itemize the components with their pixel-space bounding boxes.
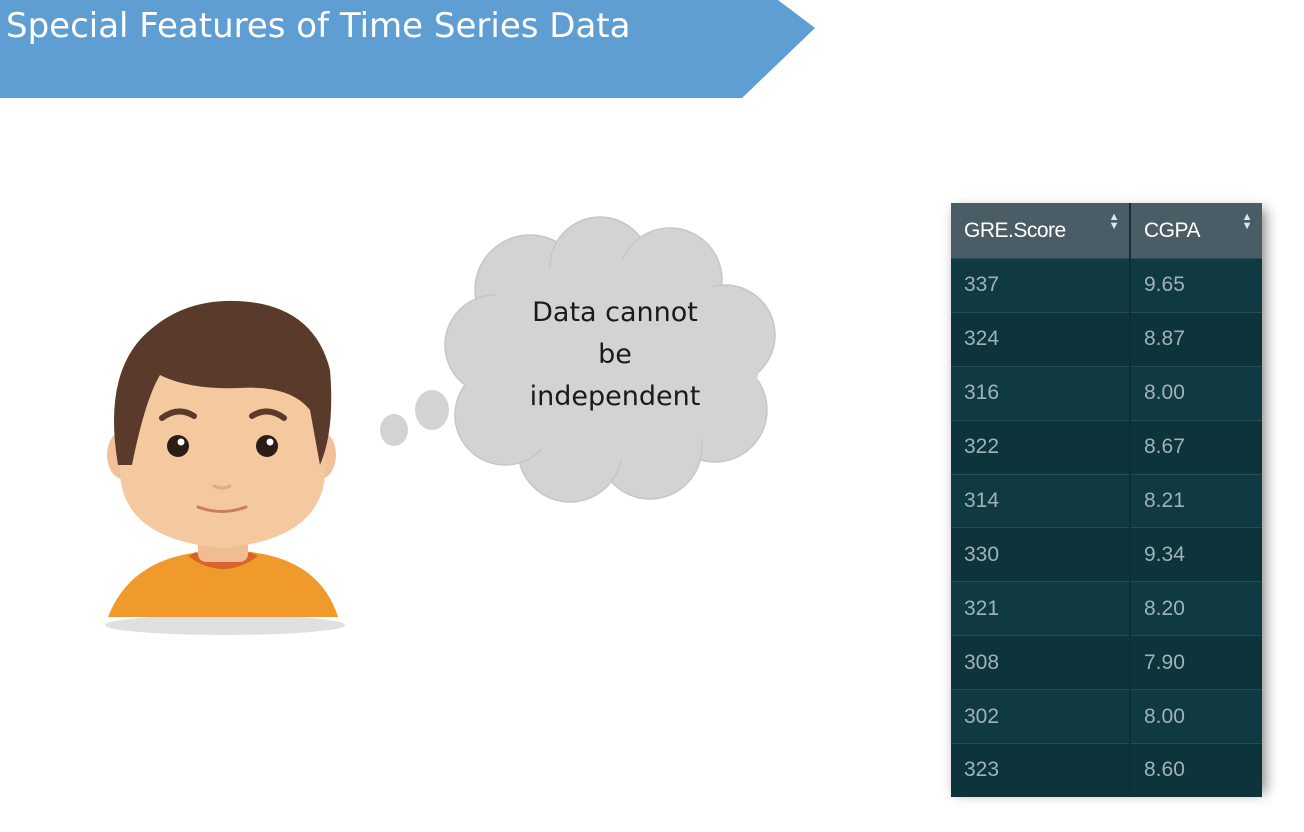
table-header-row: GRE.Score ▲ ▼ CGPA ▲ ▼ (951, 203, 1262, 259)
table-row: 302 8.00 (951, 689, 1262, 744)
slide-title: Special Features of Time Series Data (6, 6, 631, 46)
thought-dot-medium (415, 390, 449, 430)
cgpa-cell: 7.90 (1130, 635, 1262, 690)
cgpa-cell: 8.67 (1130, 419, 1262, 475)
table-row: 322 8.67 (951, 419, 1262, 475)
table-row: 308 7.90 (951, 635, 1262, 690)
cgpa-cell: 8.60 (1130, 743, 1262, 797)
table-row: 316 8.00 (951, 365, 1262, 421)
cgpa-cell: 8.20 (1130, 581, 1262, 636)
person-avatar (90, 290, 370, 650)
column-header-label: CGPA (1144, 218, 1200, 242)
gre-score-cell: 324 (951, 311, 1131, 367)
table-row: 324 8.87 (951, 311, 1262, 367)
sort-icon[interactable]: ▲ ▼ (1109, 212, 1120, 232)
thought-line-1: Data cannot (532, 297, 698, 328)
thought-line-3: independent (529, 381, 701, 412)
cgpa-cell: 9.34 (1130, 527, 1262, 582)
cgpa-cell: 8.00 (1130, 365, 1262, 421)
gre-score-cell: 321 (951, 581, 1131, 636)
gre-score-cell: 322 (951, 419, 1131, 475)
cgpa-cell: 9.65 (1130, 258, 1262, 313)
gre-score-cell: 330 (951, 527, 1131, 582)
gre-score-cell: 337 (951, 258, 1131, 313)
column-header-cgpa[interactable]: CGPA ▲ ▼ (1130, 203, 1262, 259)
gre-score-cell: 314 (951, 473, 1131, 528)
table-row: 337 9.65 (951, 258, 1262, 313)
gre-score-cell: 323 (951, 743, 1131, 797)
gre-score-cell: 308 (951, 635, 1131, 690)
table-row: 330 9.34 (951, 527, 1262, 582)
thought-line-2: be (598, 339, 632, 370)
cgpa-cell: 8.00 (1130, 689, 1262, 744)
gre-score-cell: 316 (951, 365, 1131, 421)
table-row: 323 8.60 (951, 743, 1262, 797)
cgpa-cell: 8.21 (1130, 473, 1262, 528)
thought-text: Data cannot be independent (505, 292, 725, 418)
sort-icon[interactable]: ▲ ▼ (1242, 212, 1253, 232)
cgpa-cell: 8.87 (1130, 311, 1262, 367)
thought-dot-small (380, 414, 408, 446)
column-header-label: GRE.Score (964, 218, 1066, 242)
gre-score-cell: 302 (951, 689, 1131, 744)
table-row: 321 8.20 (951, 581, 1262, 636)
data-table: GRE.Score ▲ ▼ CGPA ▲ ▼ 337 9.65 324 8.87 316… (951, 203, 1262, 797)
title-banner: Special Features of Time Series Data (0, 0, 815, 98)
column-header-gre-score[interactable]: GRE.Score ▲ ▼ (951, 203, 1131, 259)
table-row: 314 8.21 (951, 473, 1262, 528)
